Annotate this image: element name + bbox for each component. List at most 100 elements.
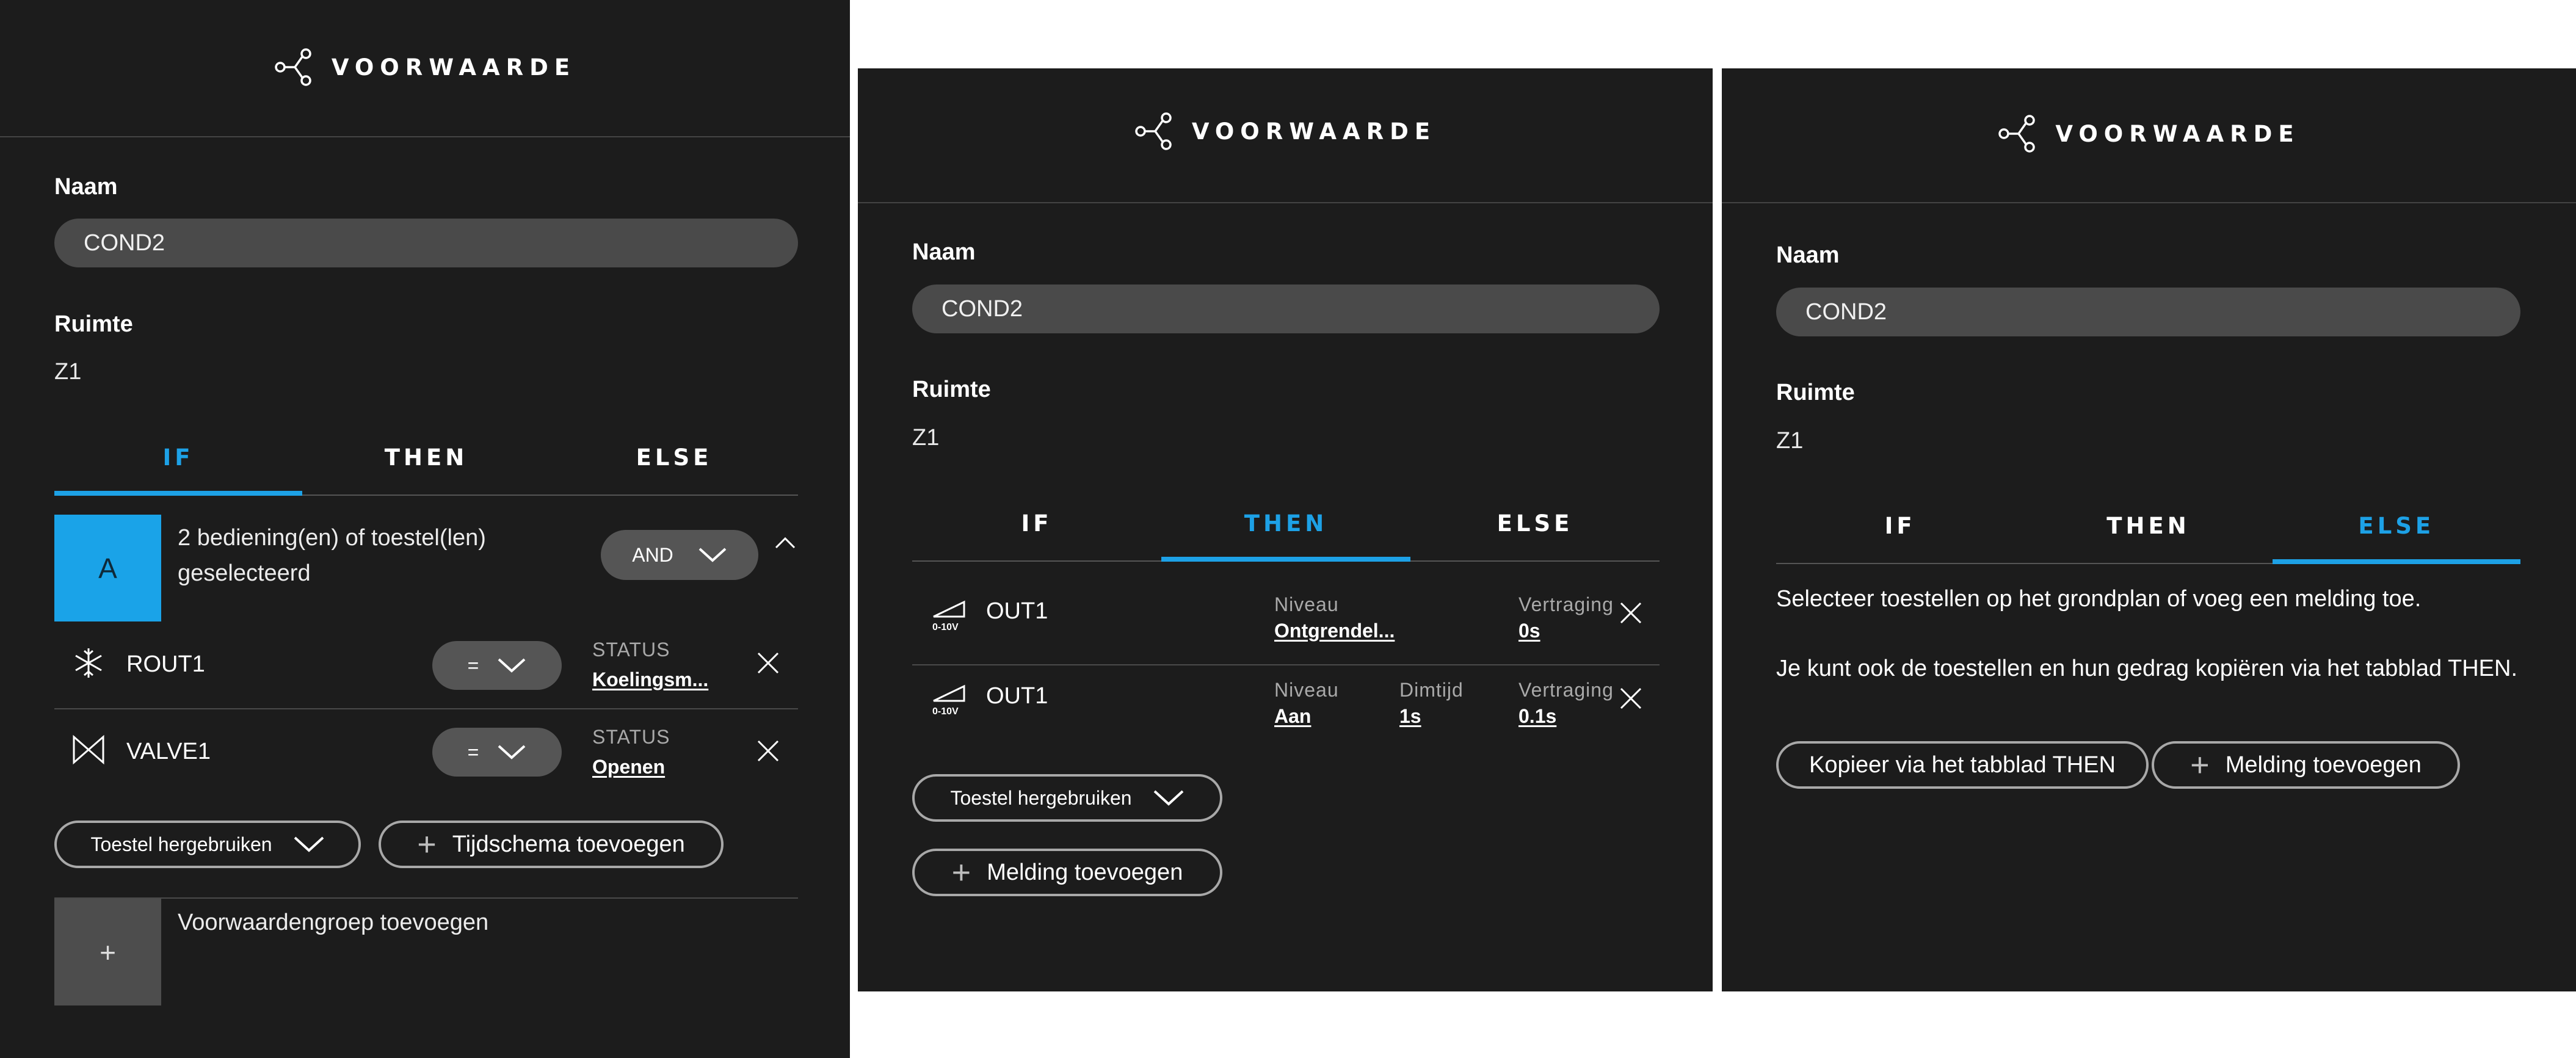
delay-label: Vertraging — [1518, 593, 1614, 615]
group-summary-line1: 2 bediening(en) of toestel(len) — [178, 525, 486, 551]
chevron-down-icon — [1153, 790, 1183, 806]
plus-icon: + — [951, 854, 971, 891]
add-notification-label: Melding toevoegen — [2225, 752, 2422, 778]
tab-if[interactable]: IF — [1776, 488, 2024, 563]
tab-else[interactable]: ELSE — [550, 420, 798, 495]
name-label: Naam — [54, 174, 118, 200]
status-value-link[interactable]: Openen — [592, 756, 665, 778]
dimmer-0-10v-icon: 0-10V — [932, 600, 965, 632]
device-name: VALVE1 — [126, 739, 211, 764]
divider — [54, 708, 798, 709]
divider — [54, 897, 798, 899]
reuse-device-button[interactable]: Toestel hergebruiken — [912, 774, 1222, 822]
reuse-device-label: Toestel hergebruiken — [90, 833, 272, 855]
group-operator-select[interactable]: AND — [601, 530, 758, 580]
svg-text:0-10V: 0-10V — [932, 706, 959, 717]
share-node-icon — [275, 48, 311, 86]
chevron-down-icon — [698, 548, 727, 562]
svg-text:0-10V: 0-10V — [932, 622, 959, 632]
close-icon[interactable] — [757, 740, 779, 762]
status-value-link[interactable]: Koelingsm... — [592, 668, 708, 691]
status-label: STATUS — [592, 726, 670, 748]
condition-tabs: IF THEN ELSE — [54, 420, 798, 496]
valve-icon — [73, 734, 104, 765]
tab-if[interactable]: IF — [912, 486, 1161, 560]
name-field[interactable]: COND2 — [912, 284, 1660, 333]
tab-then[interactable]: THEN — [302, 420, 550, 495]
output-name: OUT1 — [986, 683, 1048, 709]
operator-value: = — [467, 654, 479, 676]
operator-select[interactable]: = — [432, 728, 562, 777]
group-summary: 2 bediening(en) of toestel(len) geselect… — [178, 520, 486, 591]
chevron-down-icon — [498, 745, 526, 759]
tab-then[interactable]: THEN — [2024, 488, 2272, 563]
panel-title: VOORWAARDE — [331, 54, 576, 81]
share-node-icon — [1135, 112, 1172, 150]
delay-value-link[interactable]: 0s — [1518, 620, 1540, 642]
tab-else[interactable]: ELSE — [2272, 488, 2521, 564]
condition-tabs: IF THEN ELSE — [912, 486, 1660, 562]
level-value-link[interactable]: Aan — [1274, 705, 1311, 728]
else-hint-text: Selecteer toestellen op het grondplan of… — [1776, 586, 2422, 612]
condition-panel-else: VOORWAARDE Naam COND2 Ruimte Z1 IF THEN … — [1722, 68, 2576, 991]
tab-then[interactable]: THEN — [1161, 486, 1410, 562]
add-notification-label: Melding toevoegen — [987, 859, 1183, 885]
chevron-up-icon[interactable] — [774, 536, 796, 549]
reuse-device-button[interactable]: Toestel hergebruiken — [54, 821, 361, 868]
chevron-down-icon — [498, 658, 526, 673]
divider — [912, 664, 1660, 665]
else-copy-hint-text: Je kunt ook de toestellen en hun gedrag … — [1776, 656, 2517, 681]
tab-if[interactable]: IF — [54, 420, 302, 496]
output-name: OUT1 — [986, 598, 1048, 624]
room-label: Ruimte — [54, 311, 133, 337]
name-field[interactable]: COND2 — [1776, 288, 2520, 336]
close-icon[interactable] — [1620, 602, 1642, 624]
share-node-icon — [1998, 115, 2036, 153]
close-icon[interactable] — [1620, 687, 1642, 709]
level-label: Niveau — [1274, 679, 1339, 701]
room-value: Z1 — [912, 425, 940, 451]
plus-icon: + — [417, 826, 437, 863]
panel-header: VOORWAARDE — [0, 0, 850, 137]
condition-panel-then: VOORWAARDE Naam COND2 Ruimte Z1 IF THEN … — [858, 68, 1713, 991]
add-schedule-button[interactable]: + Tijdschema toevoegen — [379, 821, 724, 868]
dimmer-0-10v-icon: 0-10V — [932, 684, 965, 717]
level-value-link[interactable]: Ontgrendel... — [1274, 620, 1395, 642]
copy-from-then-label: Kopieer via het tabblad THEN — [1809, 752, 2116, 778]
panel-header: VOORWAARDE — [1722, 68, 2576, 203]
group-summary-line2: geselecteerd — [178, 560, 311, 586]
copy-from-then-button[interactable]: Kopieer via het tabblad THEN — [1776, 741, 2149, 789]
add-notification-button[interactable]: + Melding toevoegen — [912, 849, 1222, 896]
add-group-label[interactable]: Voorwaardengroep toevoegen — [178, 905, 488, 940]
delay-label: Vertraging — [1518, 679, 1614, 701]
plus-icon: + — [2190, 747, 2210, 783]
dim-time-label: Dimtijd — [1399, 679, 1464, 701]
condition-panel-if: VOORWAARDE Naam COND2 Ruimte Z1 IF THEN … — [0, 0, 850, 1058]
panel-header: VOORWAARDE — [858, 68, 1713, 203]
operator-select[interactable]: = — [432, 641, 562, 690]
name-field[interactable]: COND2 — [54, 219, 798, 267]
panel-title: VOORWAARDE — [2055, 120, 2300, 147]
device-name: ROUT1 — [126, 651, 205, 677]
group-badge[interactable]: A — [54, 515, 161, 621]
room-label: Ruimte — [1776, 380, 1855, 405]
room-value: Z1 — [1776, 428, 1804, 454]
chevron-down-icon — [294, 836, 324, 852]
name-label: Naam — [912, 239, 976, 265]
level-label: Niveau — [1274, 593, 1339, 615]
room-value: Z1 — [54, 359, 82, 385]
tab-else[interactable]: ELSE — [1410, 486, 1660, 560]
add-schedule-label: Tijdschema toevoegen — [452, 831, 685, 857]
name-label: Naam — [1776, 242, 1840, 268]
condition-tabs: IF THEN ELSE — [1776, 488, 2521, 564]
panel-title: VOORWAARDE — [1191, 118, 1437, 145]
reuse-device-label: Toestel hergebruiken — [950, 786, 1132, 809]
delay-value-link[interactable]: 0.1s — [1518, 705, 1556, 728]
add-notification-button[interactable]: + Melding toevoegen — [2152, 741, 2460, 789]
add-group-button[interactable]: + — [54, 899, 161, 1005]
group-operator-value: AND — [632, 543, 673, 566]
dim-time-value-link[interactable]: 1s — [1399, 705, 1421, 728]
room-label: Ruimte — [912, 377, 991, 402]
close-icon[interactable] — [757, 652, 779, 674]
operator-value: = — [467, 741, 479, 763]
